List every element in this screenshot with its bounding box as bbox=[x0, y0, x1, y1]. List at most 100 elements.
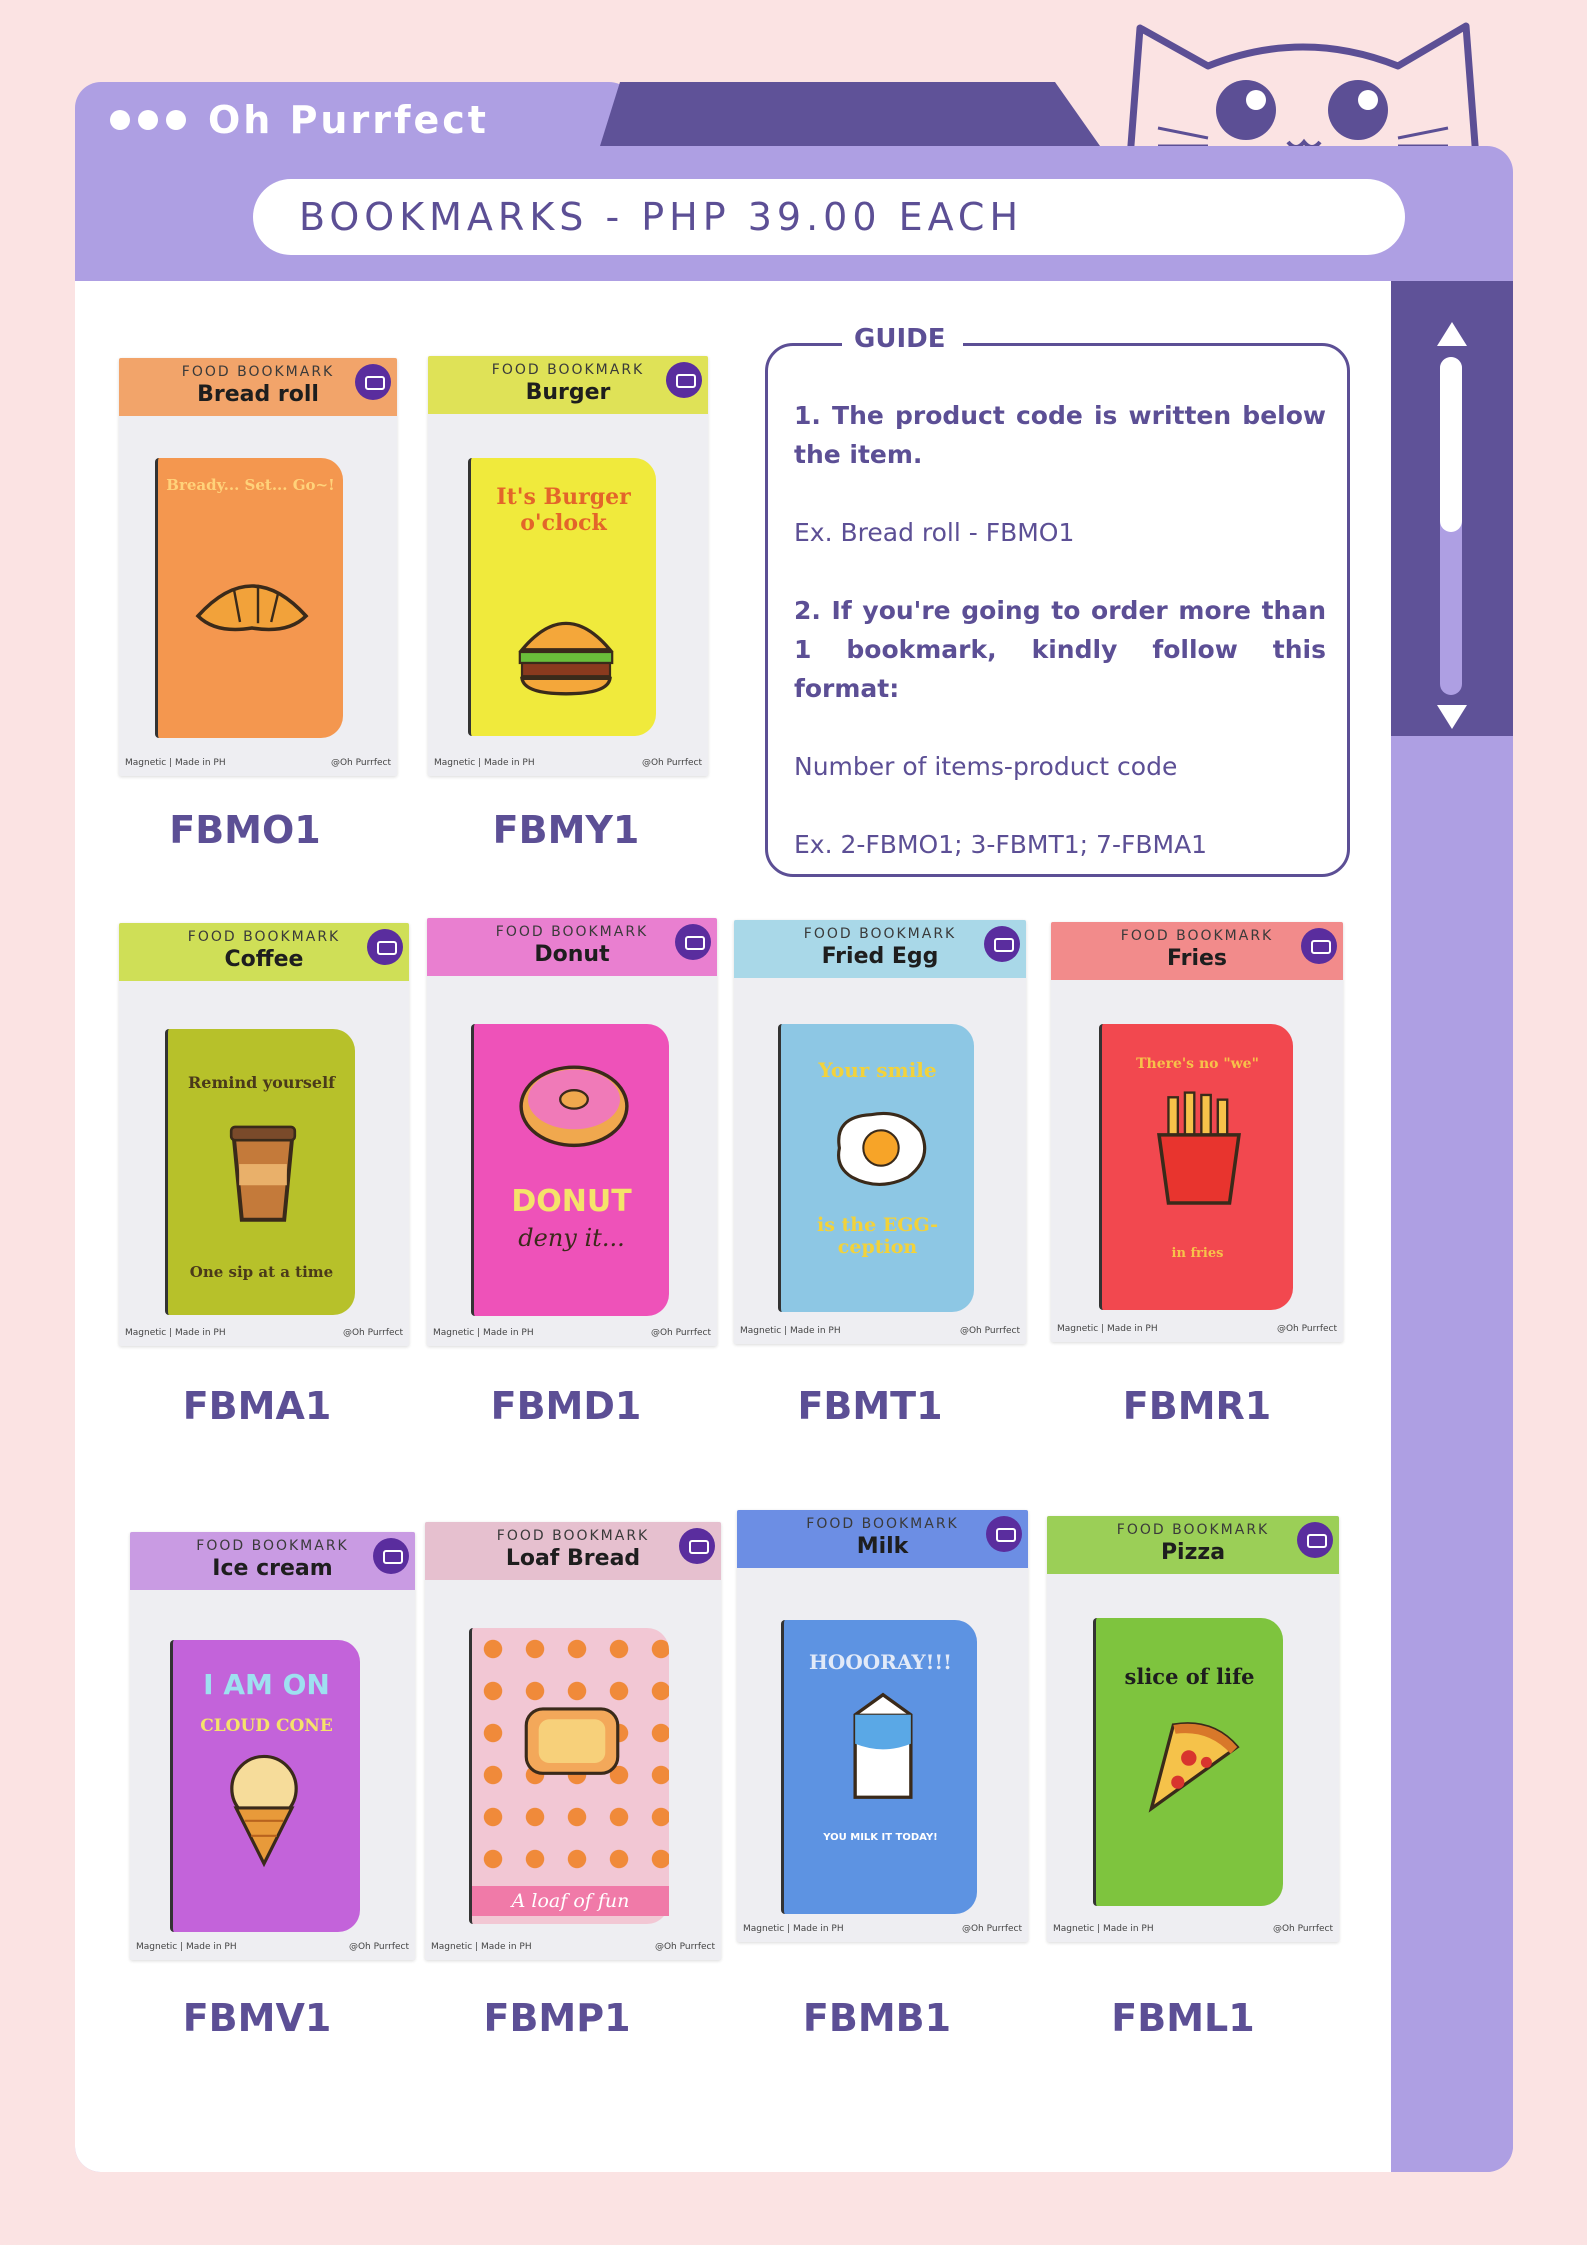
card-foot-left: Magnetic | Made in PH bbox=[1057, 1324, 1158, 1334]
product-card-bread-roll: FOOD BOOKMARK Bread roll Bready... Set..… bbox=[119, 358, 397, 776]
bookmark-subtext: YOU MILK IT TODAY! bbox=[823, 1832, 938, 1843]
card-kicker: FOOD BOOKMARK bbox=[187, 929, 341, 945]
card-kicker: FOOD BOOKMARK bbox=[495, 924, 649, 940]
title-bar: BOOKMARKS - PHP 39.00 EACH bbox=[253, 179, 1405, 255]
card-foot-right: @Oh Purrfect bbox=[330, 758, 391, 768]
product-code: FBMV1 bbox=[182, 1996, 332, 2040]
card-foot-right: @Oh Purrfect bbox=[961, 1924, 1022, 1934]
guide-title: GUIDE bbox=[842, 324, 964, 354]
bookmark-subtext: A loaf of fun bbox=[472, 1886, 669, 1916]
product-card-coffee: FOOD BOOKMARK Coffee Remind yourself One… bbox=[119, 923, 409, 1346]
card-kicker: FOOD BOOKMARK bbox=[1116, 1522, 1270, 1538]
scroll-up-arrow-icon[interactable] bbox=[1437, 322, 1467, 346]
window-dot-icon bbox=[110, 110, 130, 130]
brand-badge-icon bbox=[675, 924, 711, 960]
burger-icon bbox=[518, 621, 614, 696]
card-foot-right: @Oh Purrfect bbox=[641, 758, 702, 768]
donut-icon bbox=[519, 1065, 629, 1148]
brand-badge-icon bbox=[984, 926, 1020, 962]
product-code: FBMO1 bbox=[169, 808, 321, 852]
bookmark-text: Your smile bbox=[818, 1058, 937, 1082]
product-card-donut: FOOD BOOKMARK Donut DONUT deny it... Mag… bbox=[427, 918, 717, 1346]
product-card-fried-egg: FOOD BOOKMARK Fried Egg Your smile is th… bbox=[734, 920, 1026, 1344]
brand-badge-icon bbox=[355, 364, 391, 400]
bookmark-text: Bready... Set... Go~! bbox=[166, 476, 335, 494]
page-title: BOOKMARKS - PHP 39.00 EACH bbox=[299, 195, 1024, 239]
card-kicker: FOOD BOOKMARK bbox=[803, 926, 957, 942]
product-card-burger: FOOD BOOKMARK Burger It's Burger o'clock… bbox=[428, 356, 708, 776]
cat-mascot-icon bbox=[1126, 22, 1480, 158]
product-code: FBMY1 bbox=[492, 808, 640, 852]
card-foot-right: @Oh Purrfect bbox=[650, 1328, 711, 1338]
bookmark-text: DONUT bbox=[511, 1184, 632, 1219]
scrollbar-thumb[interactable] bbox=[1440, 357, 1462, 532]
guide-format: Number of items-product code bbox=[794, 752, 1178, 781]
product-code: FBMD1 bbox=[490, 1384, 642, 1428]
bookmark-text: Remind yourself bbox=[187, 1073, 336, 1092]
card-foot-left: Magnetic | Made in PH bbox=[743, 1924, 844, 1934]
card-name: Ice cream bbox=[212, 1556, 333, 1581]
product-card-milk: FOOD BOOKMARK Milk HOOORAY!!! YOU MILK I… bbox=[737, 1510, 1028, 1942]
card-foot-left: Magnetic | Made in PH bbox=[740, 1326, 841, 1336]
bookmark-text: HOOORAY!!! bbox=[809, 1650, 952, 1674]
fried-egg-icon bbox=[837, 1111, 927, 1186]
product-code: FBMP1 bbox=[483, 1996, 631, 2040]
brand-badge-icon bbox=[1297, 1522, 1333, 1558]
brand-badge-icon bbox=[367, 929, 403, 965]
card-name: Loaf Bread bbox=[505, 1546, 641, 1571]
window-dot-icon bbox=[138, 110, 158, 130]
card-foot-right: @Oh Purrfect bbox=[654, 1942, 715, 1952]
card-foot-right: @Oh Purrfect bbox=[1276, 1324, 1337, 1334]
product-card-ice-cream: FOOD BOOKMARK Ice cream I AM ON CLOUD CO… bbox=[130, 1532, 415, 1960]
bookmark-subtext: is the EGG-ception bbox=[817, 1214, 938, 1258]
card-name: Coffee bbox=[224, 947, 304, 972]
scroll-down-arrow-icon[interactable] bbox=[1437, 705, 1467, 729]
product-card-pizza: FOOD BOOKMARK Pizza slice of life Magnet… bbox=[1047, 1516, 1339, 1942]
card-foot-left: Magnetic | Made in PH bbox=[434, 758, 535, 768]
card-foot-left: Magnetic | Made in PH bbox=[125, 758, 226, 768]
card-kicker: FOOD BOOKMARK bbox=[496, 1528, 650, 1544]
product-code: FBMB1 bbox=[802, 1996, 952, 2040]
coffee-cup-icon bbox=[229, 1125, 297, 1222]
bookmark-text: There's no "we" bbox=[1136, 1056, 1259, 1072]
window-dot-icon bbox=[166, 110, 186, 130]
pizza-slice-icon bbox=[1148, 1722, 1240, 1813]
card-foot-left: Magnetic | Made in PH bbox=[125, 1328, 226, 1338]
bookmark-text: I AM ON bbox=[203, 1668, 330, 1701]
guide-box: GUIDE 1. The product code is written bel… bbox=[765, 324, 1350, 877]
bookmark-subtext: One sip at a time bbox=[189, 1263, 334, 1281]
product-code: FBMA1 bbox=[182, 1384, 332, 1428]
scrollbar-lower-panel bbox=[1391, 736, 1513, 2172]
bookmark-text: slice of life bbox=[1124, 1664, 1255, 1689]
card-kicker: FOOD BOOKMARK bbox=[196, 1538, 349, 1554]
card-foot-right: @Oh Purrfect bbox=[342, 1328, 403, 1338]
card-kicker: FOOD BOOKMARK bbox=[1120, 928, 1274, 944]
brand-badge-icon bbox=[373, 1538, 409, 1574]
brand-badge-icon bbox=[679, 1528, 715, 1564]
guide-example-1: Ex. Bread roll - FBMO1 bbox=[794, 518, 1075, 547]
milk-carton-icon bbox=[853, 1692, 913, 1799]
product-card-loaf-bread: FOOD BOOKMARK Loaf Bread A loaf of fun M… bbox=[425, 1522, 721, 1960]
brand-badge-icon bbox=[666, 362, 702, 398]
card-name: Donut bbox=[534, 942, 610, 967]
card-foot-left: Magnetic | Made in PH bbox=[431, 1942, 532, 1952]
card-name: Fried Egg bbox=[821, 944, 939, 969]
card-foot-right: @Oh Purrfect bbox=[959, 1326, 1020, 1336]
guide-example-2: Ex. 2-FBMO1; 3-FBMT1; 7-FBMA1 bbox=[794, 830, 1208, 859]
guide-step-1: 1. The product code is written below the… bbox=[794, 401, 1326, 469]
card-name: Pizza bbox=[1160, 1540, 1226, 1565]
card-foot-right: @Oh Purrfect bbox=[1272, 1924, 1333, 1934]
product-code: FBMR1 bbox=[1122, 1384, 1272, 1428]
secondary-tab bbox=[600, 82, 1100, 146]
brand: Oh Purrfect bbox=[110, 98, 489, 142]
bookmark-subtext: deny it... bbox=[518, 1224, 625, 1252]
card-kicker: FOOD BOOKMARK bbox=[806, 1516, 959, 1532]
fries-icon bbox=[1157, 1091, 1241, 1205]
bookmark-subtext: CLOUD CONE bbox=[200, 1716, 333, 1736]
bookmark-subtext: in fries bbox=[1171, 1246, 1224, 1261]
card-name: Fries bbox=[1166, 946, 1228, 971]
guide-step-2: 2. If you're going to order more than 1 … bbox=[794, 596, 1326, 703]
product-code: FBML1 bbox=[1111, 1996, 1255, 2040]
guide-body: 1. The product code is written below the… bbox=[794, 396, 1326, 903]
card-foot-left: Magnetic | Made in PH bbox=[433, 1328, 534, 1338]
